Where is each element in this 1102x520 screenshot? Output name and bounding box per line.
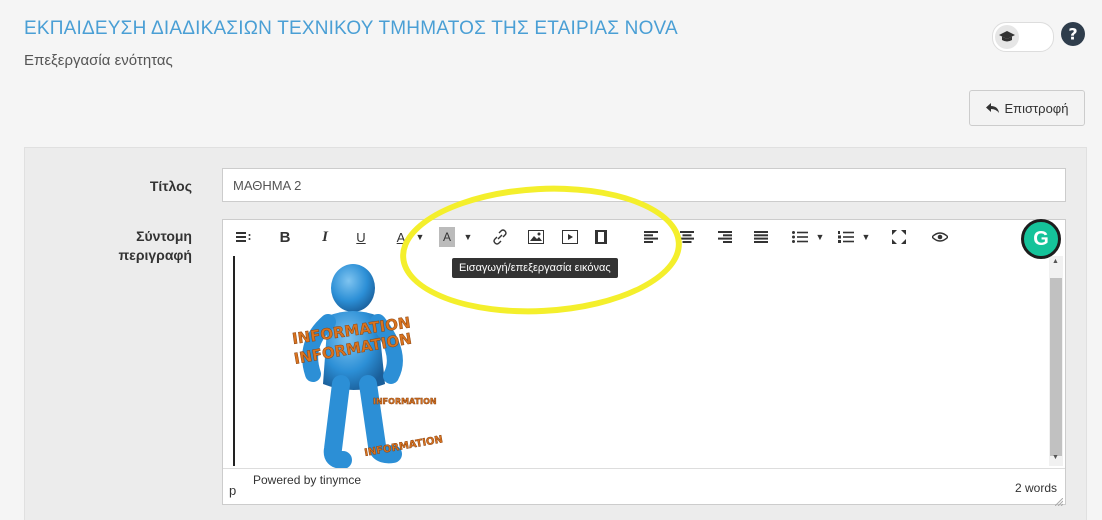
powered-by-text: Powered by tinymce [253, 473, 362, 487]
back-button-label: Επιστροφή [1004, 100, 1069, 116]
grammarly-icon[interactable]: G [1021, 219, 1061, 259]
numbered-list-dropdown-icon[interactable]: ▼ [861, 227, 871, 247]
page-subtitle: Επεξεργασία ενότητας [24, 52, 173, 69]
description-label-line2: περιγραφή [118, 247, 192, 263]
page-title: ΕΚΠΑΙΔΕΥΣΗ ΔΙΑΔΙΚΑΣΙΩΝ ΤΕΧΝΙΚΟΥ ΤΜΗΜΑΤΟΣ… [24, 18, 678, 39]
description-label-line1: Σύντομη [136, 228, 192, 244]
italic-icon[interactable]: I [317, 227, 333, 247]
back-button[interactable]: Επιστροφή [969, 90, 1085, 126]
bold-icon[interactable]: B [277, 227, 293, 247]
preview-icon[interactable] [931, 227, 949, 247]
editor-scrollbar[interactable]: ▲ ▼ [1049, 256, 1063, 466]
resize-handle-icon[interactable] [1054, 493, 1064, 507]
element-path[interactable]: p [229, 483, 236, 498]
svg-text:?: ? [1068, 25, 1077, 44]
teacher-mode-toggle[interactable] [992, 22, 1054, 52]
bullet-list-dropdown-icon[interactable]: ▼ [815, 227, 825, 247]
scrollbar-thumb[interactable] [1050, 278, 1062, 456]
fullscreen-icon[interactable] [891, 227, 907, 247]
question-circle-icon[interactable]: ? [1061, 22, 1085, 46]
reply-arrow-icon [985, 101, 999, 116]
scroll-down-icon[interactable]: ▼ [1052, 454, 1059, 461]
word-count: 2 words [1014, 481, 1057, 495]
scroll-up-icon[interactable]: ▲ [1052, 258, 1059, 265]
numbered-list-icon[interactable] [837, 227, 855, 247]
bullet-list-icon[interactable] [791, 227, 809, 247]
formats-icon[interactable] [235, 227, 253, 247]
underline-icon[interactable]: U [353, 227, 369, 247]
title-label: Τίτλος [149, 178, 192, 194]
image-word-3: INFORMATION [373, 397, 437, 406]
title-input[interactable] [222, 168, 1066, 202]
graduation-cap-icon [995, 25, 1019, 49]
editor-statusbar: p Powered by tinymce 2 words [223, 468, 1065, 507]
align-right-icon[interactable] [717, 227, 733, 247]
justify-icon[interactable] [753, 227, 769, 247]
